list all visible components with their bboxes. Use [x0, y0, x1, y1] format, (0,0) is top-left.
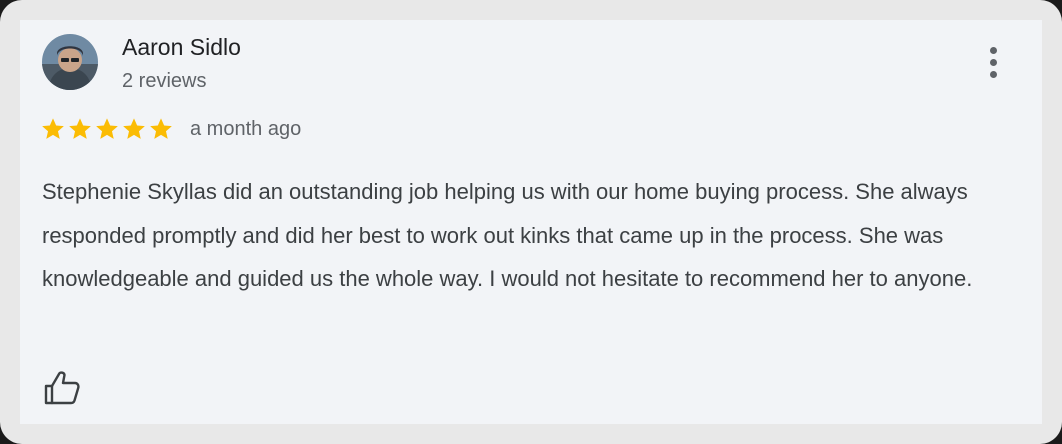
more-vert-icon-dot — [989, 58, 997, 66]
more-vert-icon-dot — [989, 70, 997, 78]
star-icon — [123, 118, 145, 139]
star-icon — [42, 118, 64, 139]
star-icon — [96, 118, 118, 139]
star-icon — [150, 118, 172, 139]
window-frame: Aaron Sidlo 2 reviews a month ago Stephe… — [0, 0, 1062, 444]
star-icon — [69, 118, 91, 139]
thumb-up-icon — [44, 371, 80, 405]
review-card: Aaron Sidlo 2 reviews a month ago Stephe… — [20, 20, 1042, 424]
like-button[interactable] — [42, 370, 82, 406]
more-vert-icon — [989, 46, 997, 54]
star-rating — [40, 116, 174, 142]
reviewer-review-count[interactable]: 2 reviews — [122, 70, 206, 93]
more-options-button[interactable] — [978, 40, 1008, 84]
rating-row: a month ago — [40, 114, 301, 144]
review-date: a month ago — [190, 117, 302, 140]
avatar[interactable] — [42, 34, 98, 90]
review-text: Stephenie Skyllas did an outstanding job… — [42, 179, 973, 291]
reviewer-name[interactable]: Aaron Sidlo — [122, 34, 241, 61]
